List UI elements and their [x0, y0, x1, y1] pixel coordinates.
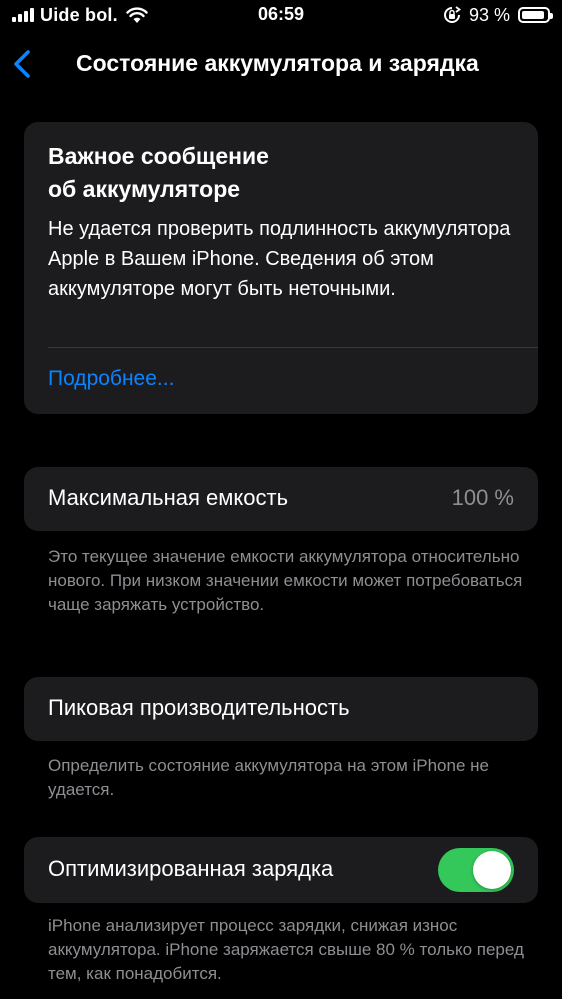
important-battery-message-card: Важное сообщение об аккумуляторе Не удае… — [24, 122, 538, 414]
optimized-charging-toggle[interactable] — [438, 848, 514, 892]
max-capacity-row: Максимальная емкость 100 % — [24, 467, 538, 531]
optimized-charging-footnote: iPhone анализирует процесс зарядки, сниж… — [48, 916, 524, 983]
learn-more-link[interactable]: Подробнее... — [48, 367, 174, 391]
page-title: Состояние аккумулятора и зарядка — [76, 50, 479, 76]
peak-performance-label: Пиковая производительность — [48, 695, 350, 720]
toggle-knob — [473, 851, 511, 889]
peak-performance-row: Пиковая производительность — [24, 677, 538, 741]
important-message-title: Важное сообщение об аккумуляторе — [48, 143, 269, 202]
max-capacity-footnote: Это текущее значение емкости аккумулятор… — [48, 547, 523, 614]
status-bar: Uide bol. 06:59 93 % — [0, 0, 562, 32]
max-capacity-value: 100 % — [451, 485, 514, 510]
optimized-charging-row: Оптимизированная зарядка — [24, 837, 538, 903]
back-chevron-icon[interactable] — [10, 48, 38, 80]
navigation-bar: Состояние аккумулятора и зарядка — [0, 40, 562, 88]
max-capacity-label: Максимальная емкость — [48, 485, 289, 510]
status-right: 93 % — [443, 4, 553, 26]
optimized-charging-label: Оптимизированная зарядка — [48, 856, 334, 881]
battery-percent: 93 % — [468, 4, 510, 25]
battery-fill — [522, 11, 544, 19]
orientation-lock-icon — [443, 6, 461, 23]
important-message-text: Не удается проверить подлинность аккумул… — [48, 218, 511, 300]
peak-performance-footnote: Определить состояние аккумулятора на это… — [48, 756, 489, 799]
battery-icon — [518, 7, 553, 23]
divider — [48, 347, 538, 348]
